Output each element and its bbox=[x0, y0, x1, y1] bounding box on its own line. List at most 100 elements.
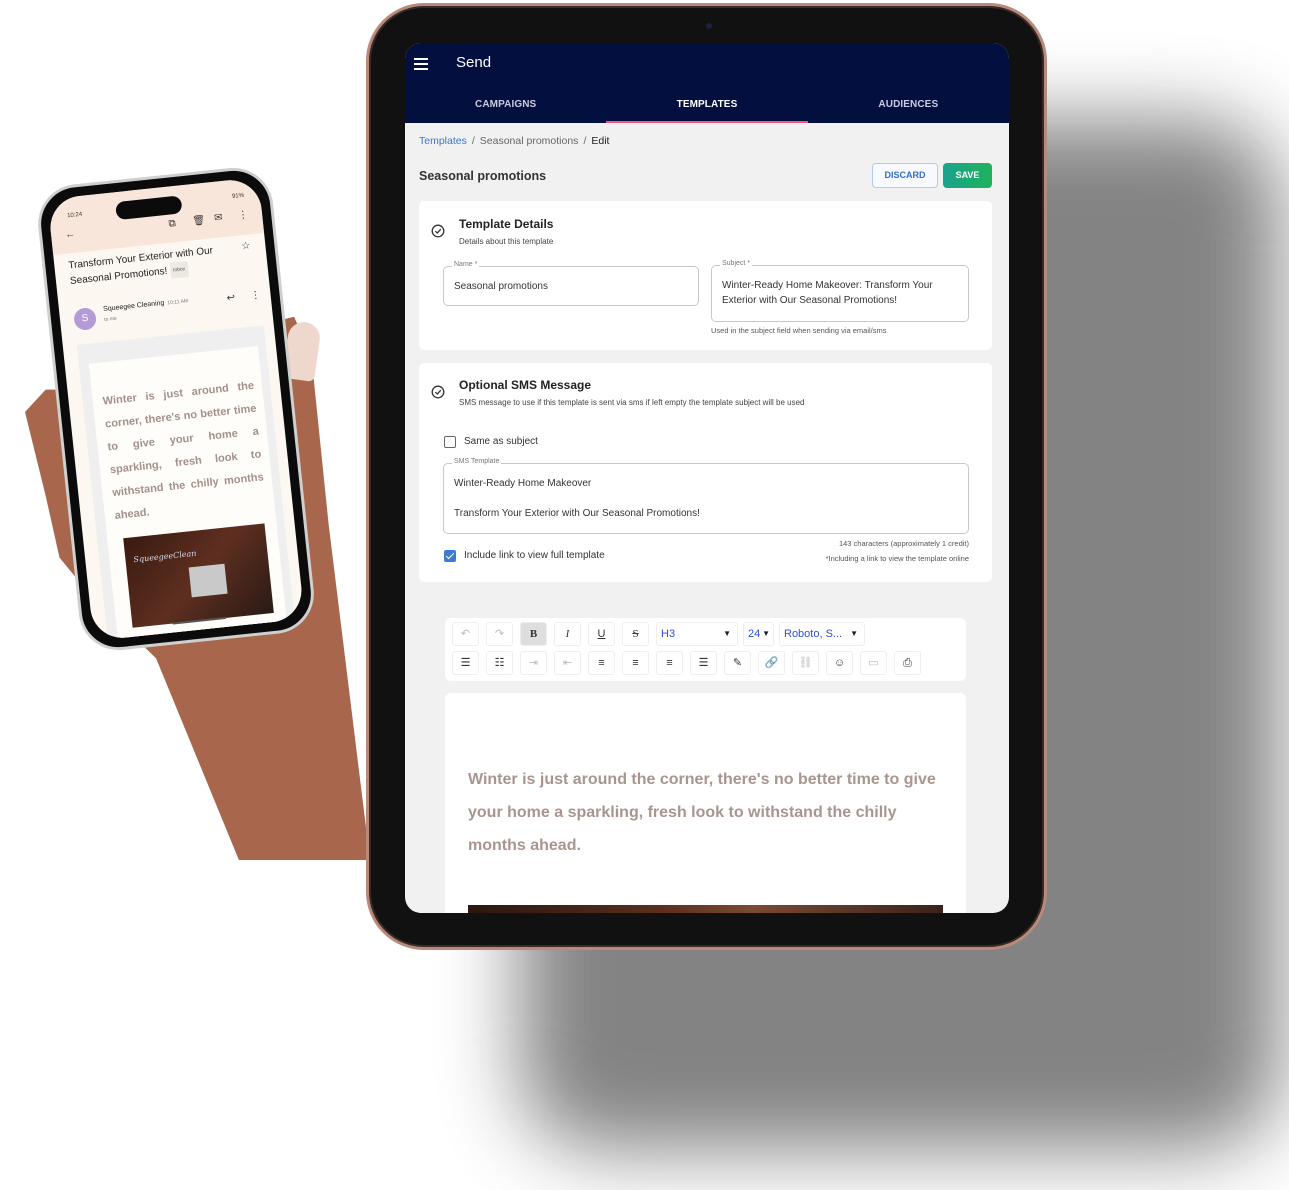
bullet-list-icon[interactable]: ☰ bbox=[452, 651, 479, 675]
breadcrumb-item[interactable]: Seasonal promotions bbox=[480, 135, 579, 147]
breadcrumb-separator: / bbox=[471, 135, 475, 147]
check-circle-icon bbox=[431, 224, 445, 238]
subject-field[interactable]: Subject * Winter-Ready Home Makeover: Tr… bbox=[711, 260, 969, 322]
brand-logo: SqueegeeClean bbox=[133, 548, 197, 565]
link-icon[interactable]: 🔗 bbox=[758, 651, 785, 675]
unlink-icon[interactable]: ⛓ bbox=[792, 651, 819, 675]
font-size-value: 24 bbox=[748, 628, 761, 640]
phone-device: 10:24 91% ← ⧉ 🗑 ✉ ⋮ Transform Your Exter… bbox=[34, 163, 318, 655]
editor-body-text[interactable]: Winter is just around the corner, there'… bbox=[468, 763, 938, 862]
same-as-subject-checkbox[interactable] bbox=[444, 436, 456, 448]
editor-canvas[interactable]: Winter is just around the corner, there'… bbox=[445, 693, 966, 913]
breadcrumb: Templates / Seasonal promotions / Edit bbox=[419, 135, 609, 147]
sms-template-field[interactable]: SMS Template Winter-Ready Home Makeover … bbox=[443, 458, 969, 534]
hamburger-menu-icon[interactable] bbox=[414, 58, 428, 70]
font-family-select[interactable]: Roboto, S... ▼ bbox=[779, 622, 865, 646]
sms-link-note: *Including a link to view the template o… bbox=[825, 554, 969, 563]
page-title: Seasonal promotions bbox=[419, 169, 547, 183]
tab-templates[interactable]: TEMPLATES bbox=[606, 88, 808, 123]
text-color-pen-icon[interactable]: ✎ bbox=[724, 651, 751, 675]
camera bbox=[706, 23, 712, 29]
image-icon[interactable]: ▭ bbox=[860, 651, 887, 675]
align-right-icon[interactable]: ≡ bbox=[656, 651, 683, 675]
inbox-badge: Inbox bbox=[169, 260, 190, 279]
name-label: Name * bbox=[452, 261, 480, 268]
back-arrow-icon[interactable]: ← bbox=[65, 229, 76, 241]
name-value: Seasonal promotions bbox=[454, 281, 548, 292]
template-details-card: Template Details Details about this temp… bbox=[419, 201, 992, 350]
sender-avatar: S bbox=[73, 306, 98, 332]
mail-icon[interactable]: ✉ bbox=[214, 212, 223, 224]
tablet-screen: Send CAMPAIGNS TEMPLATES AUDIENCES Templ… bbox=[405, 43, 1009, 913]
app-title: Send bbox=[456, 54, 492, 71]
discard-button[interactable]: DISCARD bbox=[872, 163, 938, 188]
undo-icon[interactable]: ↶ bbox=[452, 622, 479, 646]
nav-tabs: CAMPAIGNS TEMPLATES AUDIENCES bbox=[405, 88, 1009, 123]
check-circle-icon bbox=[431, 385, 445, 399]
phone-subject-text: Transform Your Exterior with Our Seasona… bbox=[67, 245, 214, 287]
message-more-icon[interactable]: ⋮ bbox=[250, 290, 261, 302]
bold-button[interactable]: B bbox=[520, 622, 547, 646]
chevron-down-icon: ▼ bbox=[762, 629, 770, 638]
name-field[interactable]: Name * Seasonal promotions bbox=[443, 261, 699, 306]
editor-toolbar: ↶ ↷ B I U S H3 ▼ 24 ▼ Roboto, S... ▼ ☰ ☷… bbox=[445, 618, 966, 681]
phone-screen: 10:24 91% ← ⧉ 🗑 ✉ ⋮ Transform Your Exter… bbox=[47, 177, 305, 641]
image-window bbox=[188, 563, 228, 598]
tab-campaigns[interactable]: CAMPAIGNS bbox=[405, 88, 606, 123]
star-icon[interactable]: ☆ bbox=[241, 240, 251, 252]
chevron-down-icon: ▼ bbox=[723, 629, 731, 638]
sms-card: Optional SMS Message SMS message to use … bbox=[419, 363, 992, 582]
sender-name-text: Squeegee Cleaning bbox=[102, 299, 165, 314]
sent-time: 10:11 AM bbox=[167, 298, 189, 307]
chevron-down-icon: ▼ bbox=[850, 629, 858, 638]
sender-name: Squeegee Cleaning 10:11 AM bbox=[103, 297, 189, 313]
include-link-checkbox[interactable] bbox=[444, 550, 456, 562]
subject-label: Subject * bbox=[720, 260, 753, 267]
save-button[interactable]: SAVE bbox=[943, 163, 992, 188]
font-family-value: Roboto, S... bbox=[784, 628, 843, 640]
sms-template-line-2: Transform Your Exterior with Our Seasona… bbox=[454, 508, 700, 519]
include-link-label: Include link to view full template bbox=[464, 550, 605, 561]
font-size-select[interactable]: 24 ▼ bbox=[743, 622, 774, 646]
trash-icon[interactable]: 🗑 bbox=[192, 215, 206, 227]
archive-icon[interactable]: ⧉ bbox=[168, 218, 176, 230]
emoji-icon[interactable]: ☺ bbox=[826, 651, 853, 675]
subject-value: Winter-Ready Home Makeover: Transform Yo… bbox=[722, 280, 933, 306]
breadcrumb-separator: / bbox=[583, 135, 587, 147]
app-bar: Send CAMPAIGNS TEMPLATES AUDIENCES bbox=[405, 43, 1009, 123]
sms-template-label: SMS Template bbox=[452, 458, 502, 465]
same-as-subject-label: Same as subject bbox=[464, 436, 538, 447]
reply-icon[interactable]: ↩ bbox=[226, 292, 235, 304]
phone-battery-status: 91% bbox=[231, 192, 245, 200]
sms-template-line-1: Winter-Ready Home Makeover bbox=[454, 478, 592, 489]
editor-hero-image[interactable] bbox=[468, 905, 943, 913]
editor-card: ↶ ↷ B I U S H3 ▼ 24 ▼ Roboto, S... ▼ ☰ ☷… bbox=[419, 595, 992, 913]
redo-icon[interactable]: ↷ bbox=[486, 622, 513, 646]
tab-audiences[interactable]: AUDIENCES bbox=[808, 88, 1009, 123]
sms-char-count: 143 characters (approximately 1 credit) bbox=[838, 539, 969, 548]
email-hero-image: SqueegeeClean bbox=[123, 523, 274, 628]
outdent-icon[interactable]: ⇤ bbox=[554, 651, 581, 675]
align-justify-icon[interactable]: ☰ bbox=[690, 651, 717, 675]
template-details-title: Template Details bbox=[459, 217, 554, 231]
image-upload-icon[interactable]: ⎙ bbox=[894, 651, 921, 675]
indent-icon[interactable]: ⇥ bbox=[520, 651, 547, 675]
align-center-icon[interactable]: ≡ bbox=[622, 651, 649, 675]
breadcrumb-current: Edit bbox=[591, 135, 610, 147]
italic-button[interactable]: I bbox=[554, 622, 581, 646]
numbered-list-icon[interactable]: ☷ bbox=[486, 651, 513, 675]
tablet-device: Send CAMPAIGNS TEMPLATES AUDIENCES Templ… bbox=[366, 3, 1047, 950]
breadcrumb-templates[interactable]: Templates bbox=[419, 135, 467, 147]
more-vert-icon[interactable]: ⋮ bbox=[238, 209, 249, 221]
underline-button[interactable]: U bbox=[588, 622, 615, 646]
block-format-value: H3 bbox=[661, 628, 676, 640]
strikethrough-button[interactable]: S bbox=[622, 622, 649, 646]
subject-hint: Used in the subject field when sending v… bbox=[711, 326, 887, 335]
sms-title: Optional SMS Message bbox=[459, 378, 592, 392]
sms-subtitle: SMS message to use if this template is s… bbox=[459, 398, 805, 407]
align-left-icon[interactable]: ≡ bbox=[588, 651, 615, 675]
template-details-subtitle: Details about this template bbox=[459, 237, 554, 246]
block-format-select[interactable]: H3 ▼ bbox=[656, 622, 738, 646]
recipient[interactable]: to me bbox=[104, 316, 117, 323]
email-body-text: Winter is just around the corner, there'… bbox=[102, 379, 265, 522]
